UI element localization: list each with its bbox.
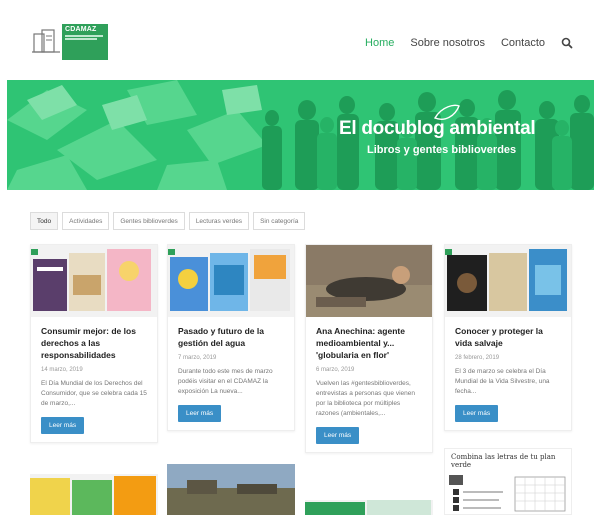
post-thumbnail[interactable] <box>167 464 295 515</box>
post-excerpt: El Día Mundial de los Derechos del Consu… <box>41 380 147 407</box>
post-title[interactable]: Conocer y proteger la vida salvaje <box>455 325 561 349</box>
category-badge <box>168 249 175 255</box>
post-card[interactable]: Consumir mejor: de los derechos a las re… <box>30 244 158 443</box>
logo-box: CDAMAZ <box>62 24 108 60</box>
post-thumbnail[interactable] <box>305 500 433 515</box>
post-date: 6 marzo, 2019 <box>316 367 355 373</box>
read-more-button[interactable]: Leer más <box>316 427 360 444</box>
post-title[interactable]: Pasado y futuro de la gestión del agua <box>178 325 284 349</box>
search-icon[interactable] <box>561 37 573 49</box>
logo-title: CDAMAZ <box>65 26 97 33</box>
post-date: 7 marzo, 2019 <box>178 355 217 361</box>
category-filters: Todo Actividades Gentes biblioverdes Lec… <box>30 212 306 230</box>
puzzle-illustration <box>449 475 566 512</box>
read-more-button[interactable]: Leer más <box>41 417 85 434</box>
site-header: CDAMAZ Home Sobre nosotros Contacto <box>0 0 601 80</box>
post-card[interactable] <box>305 500 433 515</box>
post-date: 28 febrero, 2019 <box>455 355 500 361</box>
category-badge <box>31 249 38 255</box>
category-badge <box>445 249 452 255</box>
post-card[interactable]: Pasado y futuro de la gestión del agua 7… <box>167 244 295 431</box>
site-logo[interactable]: CDAMAZ <box>30 24 108 60</box>
post-date: 14 marzo, 2019 <box>41 367 83 373</box>
post-title[interactable]: Ana Anechina: agente medioambiental y...… <box>316 325 422 361</box>
post-thumbnail-text: Combina las letras de tu plan verde <box>451 453 556 469</box>
filter-lecturas-verdes[interactable]: Lecturas verdes <box>188 212 250 230</box>
hero-title: El docublog ambiental <box>339 118 536 139</box>
nav-contacto[interactable]: Contacto <box>501 37 545 49</box>
post-thumbnail[interactable] <box>30 474 158 515</box>
post-excerpt: El 3 de marzo se celebra el Día Mundial … <box>455 368 550 395</box>
main-nav: Home Sobre nosotros Contacto <box>365 37 573 49</box>
filter-todo[interactable]: Todo <box>30 212 59 230</box>
post-card[interactable] <box>167 464 295 515</box>
nav-home[interactable]: Home <box>365 37 394 49</box>
filter-sin-categoria[interactable]: Sin categoría <box>253 212 306 230</box>
read-more-button[interactable]: Leer más <box>178 405 222 422</box>
post-card[interactable] <box>30 474 158 515</box>
logo-subtitle-lines <box>65 35 105 40</box>
read-more-button[interactable]: Leer más <box>455 405 499 422</box>
logo-icon <box>30 24 62 60</box>
post-excerpt: Durante todo este mes de marzo podéis vi… <box>178 368 273 395</box>
post-thumbnail[interactable] <box>445 245 571 317</box>
post-card[interactable]: Combina las letras de tu plan verde <box>444 448 572 515</box>
filter-gentes-biblioverdes[interactable]: Gentes biblioverdes <box>113 212 185 230</box>
post-card[interactable]: Ana Anechina: agente medioambiental y...… <box>305 244 433 453</box>
post-thumbnail[interactable] <box>168 245 294 317</box>
hero-subtitle: Libros y gentes biblioverdes <box>367 144 517 156</box>
nav-sobre-nosotros[interactable]: Sobre nosotros <box>410 37 485 49</box>
post-thumbnail[interactable] <box>31 245 157 317</box>
post-thumbnail[interactable] <box>306 245 432 317</box>
post-card[interactable]: Conocer y proteger la vida salvaje 28 fe… <box>444 244 572 431</box>
post-title[interactable]: Consumir mejor: de los derechos a las re… <box>41 325 147 361</box>
filter-actividades[interactable]: Actividades <box>62 212 110 230</box>
post-excerpt: Vuelven las #gentesbiblioverdes, entrevi… <box>316 380 416 417</box>
hero-banner: El docublog ambiental Libros y gentes bi… <box>7 80 594 190</box>
